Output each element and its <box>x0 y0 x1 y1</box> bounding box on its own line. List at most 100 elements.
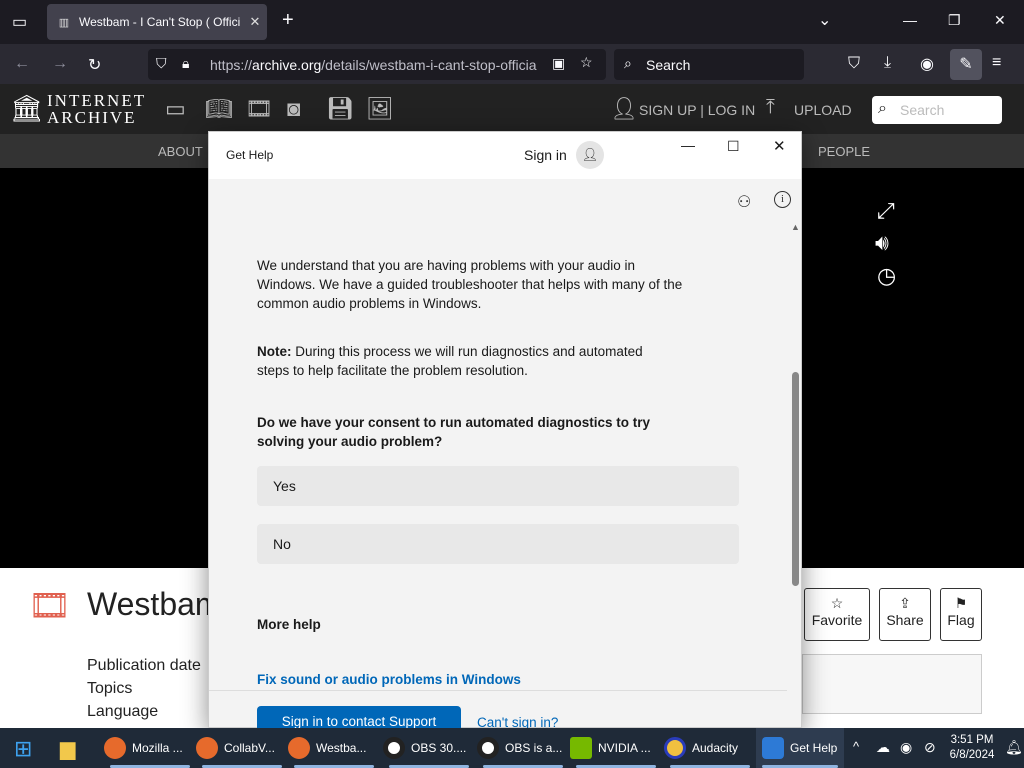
clock[interactable]: 3:51 PM 6/8/2024 <box>944 733 1000 763</box>
no-option-button[interactable]: No <box>257 524 739 564</box>
firefox-icon <box>288 737 310 759</box>
consent-question: Do we have your consent to run automated… <box>257 415 651 449</box>
audacity-icon <box>664 737 686 759</box>
back-icon[interactable]: ← <box>14 55 30 73</box>
ia-logo-icon[interactable]: 🏛︎ <box>10 93 43 124</box>
volume-icon[interactable]: 🔊︎ <box>875 230 889 256</box>
url-bar[interactable]: ⛉ 🔒︎ https://archive.org/details/westbam… <box>148 49 606 80</box>
info-icon[interactable]: i <box>774 191 791 208</box>
network-icon[interactable]: ⊘ <box>924 739 936 756</box>
browser-tab-strip: ▭ ▥ Westbam - I Can't Stop ( Offici ✕ + … <box>0 0 1024 44</box>
ia-header: 🏛︎ INTERNET ARCHIVE ▭ 📖︎ 🎞︎ ◙ 💾︎ 🖼︎ 👤︎ SI… <box>0 84 1024 134</box>
taskbar-item-audacity[interactable]: Audacity <box>664 728 756 768</box>
taskbar-item-firefox-3[interactable]: Westba... <box>288 728 380 768</box>
history-clock-icon[interactable]: ◷ <box>877 263 896 289</box>
obs-icon <box>383 737 405 759</box>
user-icon: 👤︎ <box>610 96 638 121</box>
share-feedback-icon[interactable]: ⚇ <box>737 192 751 212</box>
tab-title: Westbam - I Can't Stop ( Offici <box>79 15 241 29</box>
upload-link[interactable]: UPLOAD <box>794 102 852 118</box>
favorite-button[interactable]: ☆ Favorite <box>804 588 870 641</box>
nav-people[interactable]: PEOPLE <box>818 144 870 159</box>
windows-start-icon[interactable]: ⊞ <box>14 736 32 762</box>
archive-favicon-icon: ▥ <box>58 16 70 29</box>
windows-taskbar: ⊞ ▆ Mozilla ... CollabV... Westba... OBS… <box>0 728 1024 768</box>
texts-icon[interactable]: 📖︎ <box>205 96 233 122</box>
tray-onedrive-icon[interactable]: ☁ <box>876 739 890 756</box>
taskbar-item-nvidia[interactable]: NVIDIA ... <box>570 728 662 768</box>
dialog-maximize-icon[interactable]: ☐ <box>727 138 740 155</box>
fullscreen-icon[interactable]: ⤢ <box>877 198 895 224</box>
taskbar-item-firefox-2[interactable]: CollabV... <box>196 728 288 768</box>
sign-in-button[interactable]: Sign in <box>524 147 567 163</box>
tray-overflow-chevron-icon[interactable]: ^ <box>853 739 859 754</box>
reload-icon[interactable]: ↻ <box>88 55 101 75</box>
tracking-shield-icon[interactable]: ⛉ <box>156 55 167 72</box>
minimize-icon[interactable]: — <box>903 12 917 28</box>
tab-overflow-chevron-icon[interactable]: ⌄ <box>818 10 831 30</box>
audio-icon[interactable]: ◙ <box>287 96 300 122</box>
account-icon[interactable]: ◉ <box>920 54 934 74</box>
new-tab-icon[interactable]: + <box>282 9 294 32</box>
ia-search-input[interactable]: ⌕ Search <box>872 96 1002 124</box>
downloads-icon[interactable]: ⤓ <box>884 54 891 72</box>
restore-icon[interactable]: ❐ <box>948 12 961 29</box>
item-meta-labels: Publication date Topics Language <box>87 657 201 720</box>
dialog-scrollbar[interactable]: ▲ <box>791 222 800 686</box>
item-title: Westbam <box>87 586 222 622</box>
yes-option-button[interactable]: Yes <box>257 466 739 506</box>
movie-film-icon: 🎞︎ <box>28 587 72 625</box>
bookmark-star-icon[interactable]: ☆ <box>580 54 593 71</box>
flag-button[interactable]: ⚑ Flag <box>940 588 982 641</box>
share-button[interactable]: ⇪ Share <box>879 588 931 641</box>
tab-close-icon[interactable]: ✕ <box>243 14 267 30</box>
forward-icon[interactable]: → <box>52 55 68 73</box>
ia-search-icon: ⌕ <box>878 100 887 117</box>
search-icon: ⌕ <box>624 55 632 71</box>
scroll-thumb[interactable] <box>792 372 799 586</box>
flag-icon: ⚑ <box>954 595 968 611</box>
get-help-window: Get Help Sign in 👤︎ — ☐ ✕ ⚇ i We underst… <box>208 131 802 738</box>
dialog-minimize-icon[interactable]: — <box>681 137 695 153</box>
taskbar-item-obs-1[interactable]: OBS 30.... <box>383 728 475 768</box>
extensions-icon[interactable]: ✎ <box>950 49 982 80</box>
tray-obs-icon[interactable]: ◉ <box>900 739 912 756</box>
close-window-icon[interactable]: ✕ <box>994 12 1006 29</box>
side-panel-box <box>802 654 982 714</box>
firefox-icon <box>196 737 218 759</box>
signup-login-link[interactable]: SIGN UP | LOG IN <box>639 102 755 118</box>
ia-logo-text[interactable]: INTERNET ARCHIVE <box>47 92 146 126</box>
upload-icon: ⤒ <box>766 96 775 118</box>
taskbar-item-obs-2[interactable]: OBS is a... <box>477 728 569 768</box>
taskbar-item-get-help[interactable]: Get Help <box>756 728 844 768</box>
search-placeholder: Search <box>646 57 691 73</box>
profile-avatar-icon[interactable]: 👤︎ <box>576 141 604 169</box>
software-icon[interactable]: 💾︎ <box>326 96 354 122</box>
nav-about[interactable]: ABOUT <box>158 144 203 159</box>
notification-bell-icon[interactable]: 🔔︎ <box>1005 739 1023 756</box>
intro-paragraph: We understand that you are having proble… <box>257 258 683 311</box>
browser-tab-active[interactable]: ▥ Westbam - I Can't Stop ( Offici ✕ <box>47 4 267 40</box>
dialog-close-icon[interactable]: ✕ <box>773 137 786 155</box>
taskbar-item-firefox-1[interactable]: Mozilla ... <box>104 728 196 768</box>
share-icon: ⇪ <box>899 595 911 611</box>
tab-list-icon[interactable]: ▭ <box>12 12 27 32</box>
file-explorer-icon[interactable]: ▆ <box>60 736 75 761</box>
ia-search-placeholder: Search <box>900 102 945 118</box>
note-paragraph: Note: During this process we will run di… <box>257 344 643 378</box>
obs-icon <box>477 737 499 759</box>
nvidia-icon <box>570 737 592 759</box>
menu-icon[interactable]: ≡ <box>992 54 1001 72</box>
web-icon[interactable]: ▭ <box>165 96 186 122</box>
images-icon[interactable]: 🖼︎ <box>366 96 394 122</box>
scroll-up-arrow-icon[interactable]: ▲ <box>791 222 800 232</box>
pocket-icon[interactable]: ⛉ <box>848 55 860 73</box>
video-icon[interactable]: 🎞︎ <box>245 96 273 122</box>
dialog-titlebar: Get Help Sign in 👤︎ — ☐ ✕ <box>209 132 801 179</box>
browser-search-field[interactable]: ⌕ Search <box>614 49 804 80</box>
reader-view-icon[interactable]: ▣ <box>552 55 565 72</box>
lock-icon[interactable]: 🔒︎ <box>182 55 189 72</box>
more-help-heading: More help <box>257 617 321 632</box>
footer-divider <box>209 690 787 691</box>
fix-sound-link[interactable]: Fix sound or audio problems in Windows <box>257 670 521 689</box>
